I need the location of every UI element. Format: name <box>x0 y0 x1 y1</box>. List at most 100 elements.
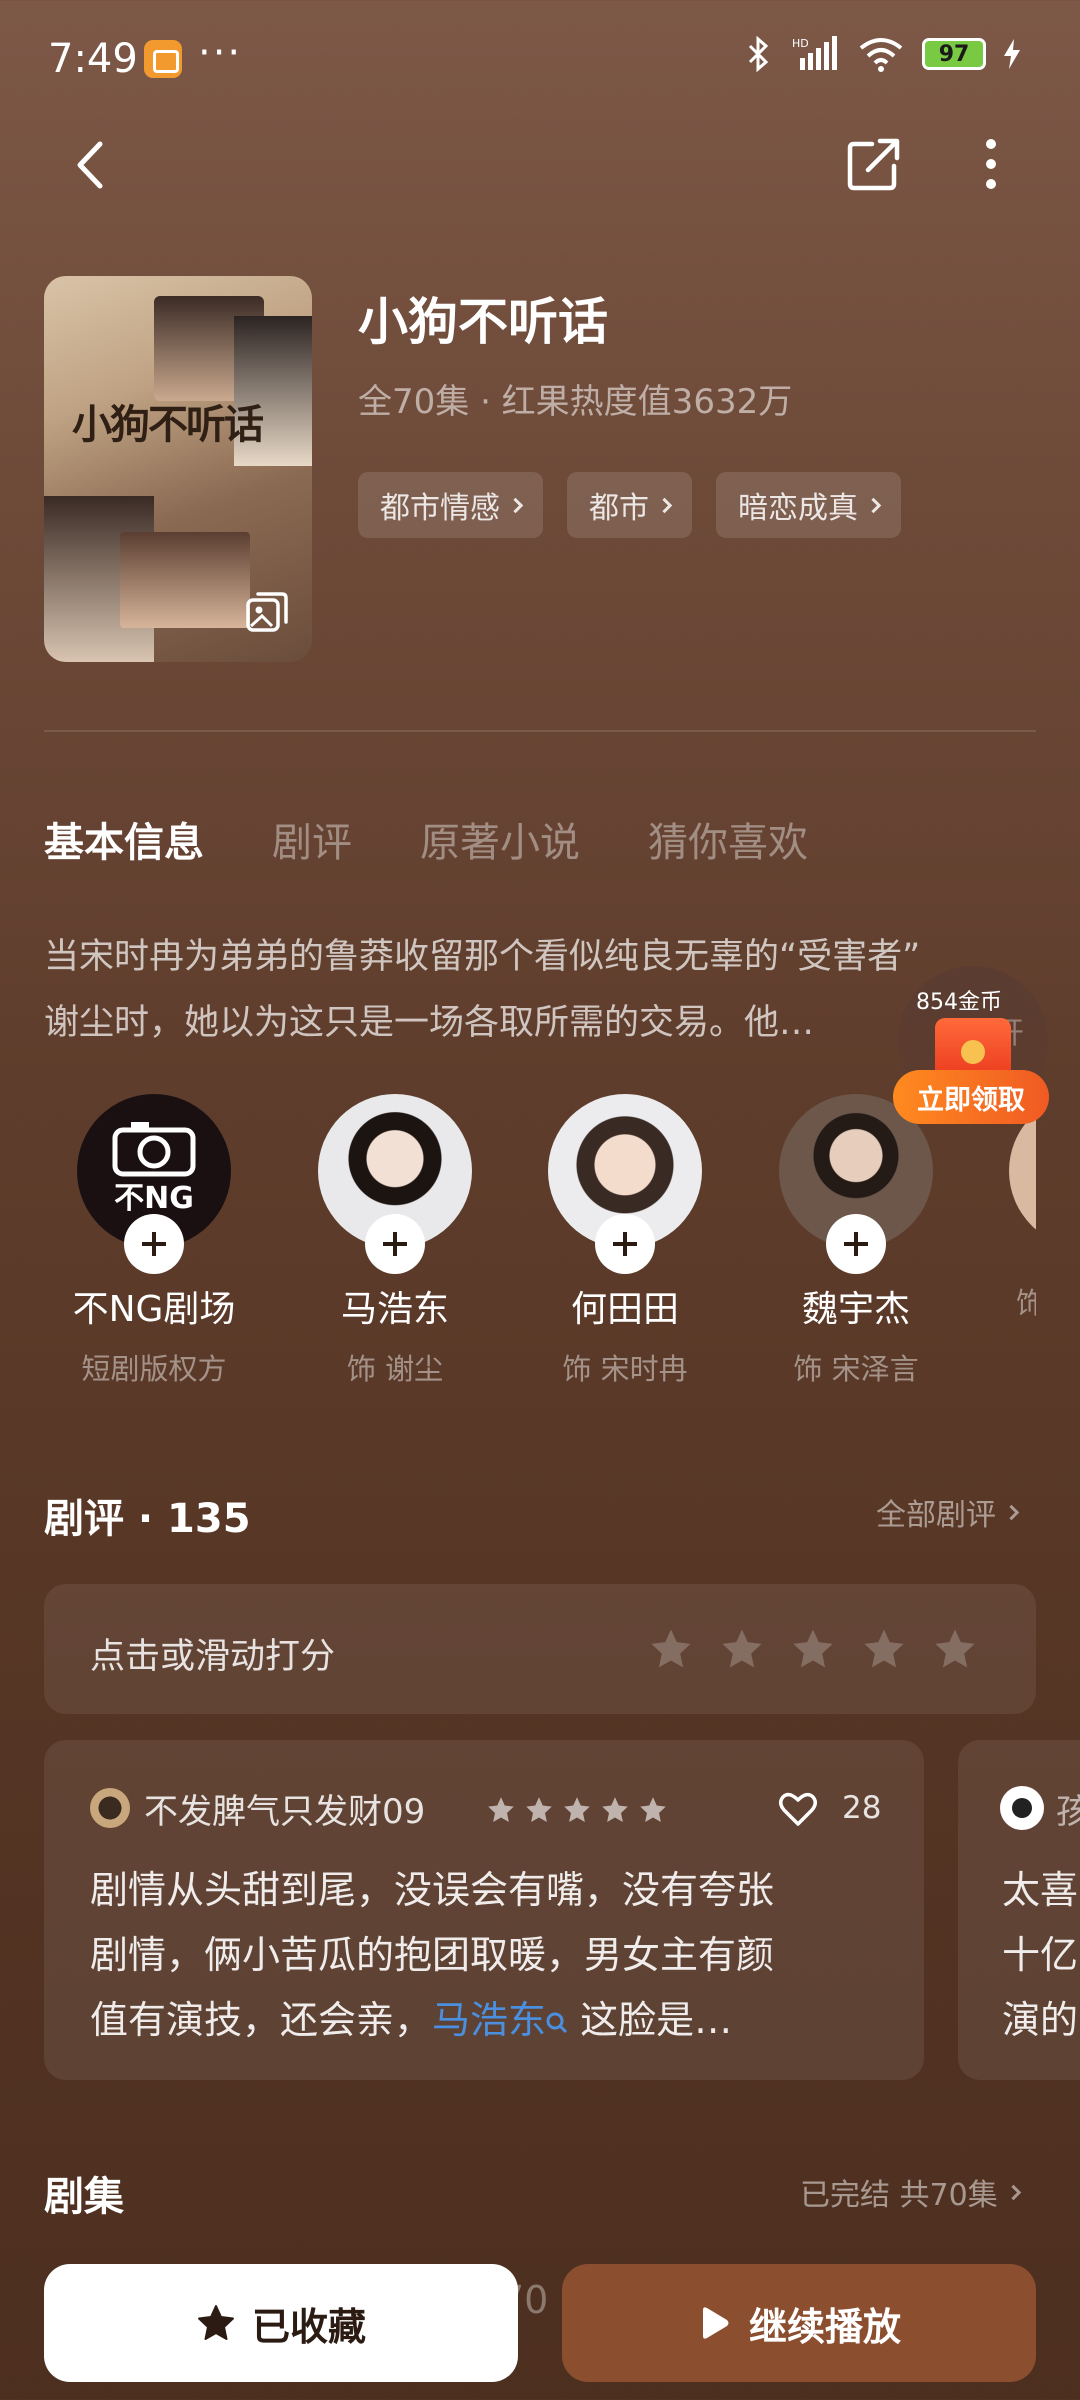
all-reviews-label: 全部剧评 <box>876 1498 996 1533</box>
more-options-icon[interactable] <box>976 136 1006 192</box>
tag-label: 都市情感 <box>380 491 500 526</box>
review-stars <box>486 1795 668 1825</box>
search-icon <box>546 2012 568 2033</box>
studio-logo-text: 不NG <box>114 1181 194 1216</box>
continue-play-button[interactable]: 继续播放 <box>562 2264 1036 2382</box>
bluetooth-icon <box>748 36 769 72</box>
share-icon[interactable] <box>846 136 902 192</box>
tab-original-novel[interactable]: 原著小说 <box>420 810 580 868</box>
cast-item[interactable]: 何田田 饰 宋时冉 <box>525 1094 725 1388</box>
cast-role: 饰 宋泽言 <box>793 1352 919 1386</box>
drama-poster[interactable]: 小狗不听话 <box>44 276 312 662</box>
drama-meta: 全70集 · 红果热度值3632万 <box>358 382 793 422</box>
wifi-icon <box>859 38 903 72</box>
star-icon[interactable] <box>648 1626 694 1672</box>
favorite-button[interactable]: 已收藏 <box>44 2264 518 2382</box>
avatar <box>318 1094 472 1274</box>
review-line: 值有演技，还会亲，马浩东 这脸是… <box>90 1988 890 2053</box>
tag-chip[interactable]: 都市 <box>567 472 692 538</box>
star-icon <box>488 1797 514 1822</box>
review-line: 剧情，俩小苦瓜的抱团取暖，男女主有颜 <box>90 1933 775 1977</box>
star-icon <box>640 1797 666 1822</box>
claim-reward-button[interactable]: 立即领取 <box>893 1070 1049 1124</box>
play-icon <box>702 2307 729 2339</box>
cast-role: 饰 谢尘 <box>346 1352 444 1386</box>
synopsis-line: 谢尘时，她以为这只是一场各取所需的交易。他… <box>44 1003 815 1043</box>
cast-role: 饰 <box>1016 1286 1036 1320</box>
poster-title-art: 小狗不听话 <box>72 401 264 448</box>
episodes-heading: 剧集 <box>44 2174 124 2220</box>
star-icon <box>197 2305 234 2340</box>
star-icon[interactable] <box>861 1626 907 1672</box>
rating-prompt: 点击或滑动打分 <box>90 1637 336 1677</box>
detail-tabs: 基本信息 剧评 原著小说 猜你喜欢 <box>44 810 808 868</box>
cast-name: 不NG剧场 <box>72 1289 236 1330</box>
episodes-status: 已完结 共70集 <box>800 2178 998 2213</box>
review-likes: 28 <box>842 1790 882 1826</box>
reward-coins: 854金币 <box>916 990 1002 1015</box>
status-time: 7:49 <box>48 36 138 82</box>
chevron-right-icon <box>656 497 673 513</box>
all-reviews-link[interactable]: 全部剧评 <box>876 1490 1020 1534</box>
status-bar: 7:49 ··· HD 97 <box>0 0 1080 120</box>
follow-plus-icon[interactable] <box>365 1214 425 1274</box>
star-icon <box>526 1797 552 1822</box>
actor-search-link[interactable]: 马浩东 <box>432 1998 546 2042</box>
tag-chip[interactable]: 暗恋成真 <box>716 472 901 538</box>
synopsis-line: 当宋时冉为弟弟的鲁莽收留那个看似纯良无辜的“受害者” <box>44 937 921 977</box>
tag-label: 都市 <box>589 491 649 526</box>
tab-recommendations[interactable]: 猜你喜欢 <box>648 810 808 868</box>
follow-plus-icon[interactable] <box>826 1214 886 1274</box>
cast-item[interactable]: 饰 <box>986 1094 1036 1322</box>
review-line: 演的 <box>1002 1998 1079 2042</box>
favorite-label: 已收藏 <box>251 2304 366 2349</box>
back-icon[interactable] <box>68 140 118 190</box>
cast-item[interactable]: 马浩东 饰 谢尘 <box>295 1094 495 1388</box>
avatar <box>90 1788 130 1828</box>
tab-basic-info[interactable]: 基本信息 <box>44 810 204 868</box>
chevron-right-icon <box>865 497 882 513</box>
review-line-text: 这脸是… <box>568 1998 733 2042</box>
battery-indicator: 97 <box>922 38 986 70</box>
star-icon[interactable] <box>790 1626 836 1672</box>
review-username: 孩 <box>1056 1792 1080 1832</box>
cast-item[interactable]: 不NG 不NG剧场 短剧版权方 <box>54 1094 254 1388</box>
network-type-label: HD <box>792 37 809 50</box>
tag-chip[interactable]: 都市情感 <box>358 472 543 538</box>
chevron-right-icon <box>507 497 524 513</box>
gallery-icon[interactable] <box>244 588 292 636</box>
avatar: 不NG <box>77 1094 231 1274</box>
cast-name: 何田田 <box>570 1289 679 1330</box>
avatar <box>1000 1786 1044 1830</box>
synopsis[interactable]: 当宋时冉为弟弟的鲁莽收留那个看似纯良无辜的“受害者” 谢尘时，她以为这只是一场各… <box>44 924 1034 1056</box>
cast-item[interactable]: 魏宇杰 饰 宋泽言 <box>756 1094 956 1388</box>
review-text: 剧情从头甜到尾，没误会有嘴，没有夸张 剧情，俩小苦瓜的抱团取暖，男女主有颜 值有… <box>90 1858 890 2053</box>
cast-role: 短剧版权方 <box>81 1352 227 1386</box>
charging-icon <box>1004 39 1020 69</box>
heart-icon[interactable] <box>778 1790 818 1828</box>
star-icon[interactable] <box>719 1626 765 1672</box>
app-notification-icon <box>144 40 182 78</box>
tag-label: 暗恋成真 <box>738 491 858 526</box>
chevron-right-icon <box>1003 1504 1020 1520</box>
divider <box>44 730 1036 732</box>
reviews-heading: 剧评 · 135 <box>44 1496 251 1542</box>
rating-stars[interactable] <box>648 1626 978 1672</box>
cast-name: 魏宇杰 <box>801 1289 910 1330</box>
follow-plus-icon[interactable] <box>595 1214 655 1274</box>
signal-icon: HD <box>792 36 837 70</box>
review-line: 剧情从头甜到尾，没误会有嘴，没有夸张 <box>90 1868 775 1912</box>
cast-list: 不NG 不NG剧场 短剧版权方 马浩东 饰 谢尘 何田田 饰 宋时冉 魏宇杰 饰… <box>0 1094 1036 1414</box>
star-icon <box>564 1797 590 1822</box>
drama-title: 小狗不听话 <box>358 293 608 351</box>
continue-play-label: 继续播放 <box>748 2304 901 2349</box>
more-notifications: ··· <box>198 30 243 76</box>
star-icon[interactable] <box>932 1626 978 1672</box>
tab-reviews[interactable]: 剧评 <box>272 810 352 868</box>
episodes-link[interactable]: 已完结 共70集 <box>800 2170 1021 2214</box>
star-icon <box>602 1797 628 1822</box>
avatar <box>548 1094 702 1274</box>
review-line-text: 值有演技，还会亲， <box>90 1998 433 2042</box>
review-text: 太喜 十亿 演的 <box>1002 1858 1078 2053</box>
follow-plus-icon[interactable] <box>124 1214 184 1274</box>
